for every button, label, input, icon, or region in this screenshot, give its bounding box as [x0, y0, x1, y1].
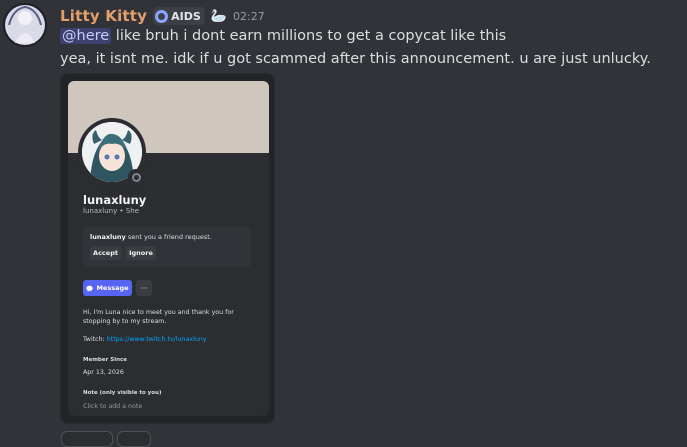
here-mention[interactable]: @here: [60, 28, 112, 44]
message-line-1: @here like bruh i dont earn millions to …: [60, 28, 506, 44]
profile-username-pronouns: lunaxluny • She: [83, 207, 139, 215]
reaction-chip[interactable]: [117, 431, 151, 447]
chat-bubble-icon: [86, 285, 94, 292]
status-offline-icon: [128, 169, 144, 185]
server-tag-text: AIDS: [171, 9, 201, 23]
reaction-chip[interactable]: [61, 431, 113, 447]
profile-bio: Hi, I'm Luna nice to meet you and thank …: [83, 309, 234, 325]
member-since-label: Member Since: [83, 357, 127, 363]
message-button[interactable]: Message: [83, 280, 132, 296]
profile-twitch: Twitch: https://www.twitch.tv/lunaxluny: [83, 336, 207, 343]
message-header: Litty Kitty AIDS 🦢 02:27: [60, 5, 265, 27]
author-username[interactable]: Litty Kitty: [60, 7, 147, 25]
profile-display-name: lunaxluny: [83, 193, 147, 207]
note-label: Note (only visible to you): [83, 390, 162, 396]
friend-request-text: lunaxluny sent you a friend request.: [90, 233, 212, 241]
message-line-2: yea, it isnt me. idk if u got scammed af…: [60, 51, 651, 67]
attached-image[interactable]: lunaxluny lunaxluny • She lunaxluny sent…: [60, 73, 275, 424]
author-avatar[interactable]: [3, 3, 47, 47]
message-button-label: Message: [96, 284, 129, 292]
friend-request-box: lunaxluny sent you a friend request. Acc…: [83, 226, 251, 267]
message-timestamp[interactable]: 02:27: [233, 10, 265, 23]
more-options-button[interactable]: ···: [136, 280, 152, 296]
note-placeholder[interactable]: Click to add a note: [83, 403, 142, 410]
message-text-1: like bruh i dont earn millions to get a …: [111, 28, 507, 44]
accept-button[interactable]: Accept: [90, 246, 121, 260]
ignore-button[interactable]: Ignore: [126, 246, 156, 260]
tag-icon: [155, 9, 169, 23]
member-since-date: Apr 13, 2026: [83, 369, 124, 376]
goose-icon: 🦢: [210, 8, 227, 24]
twitch-link[interactable]: https://www.twitch.tv/lunaxluny: [107, 336, 207, 343]
server-tag[interactable]: AIDS: [153, 7, 205, 25]
